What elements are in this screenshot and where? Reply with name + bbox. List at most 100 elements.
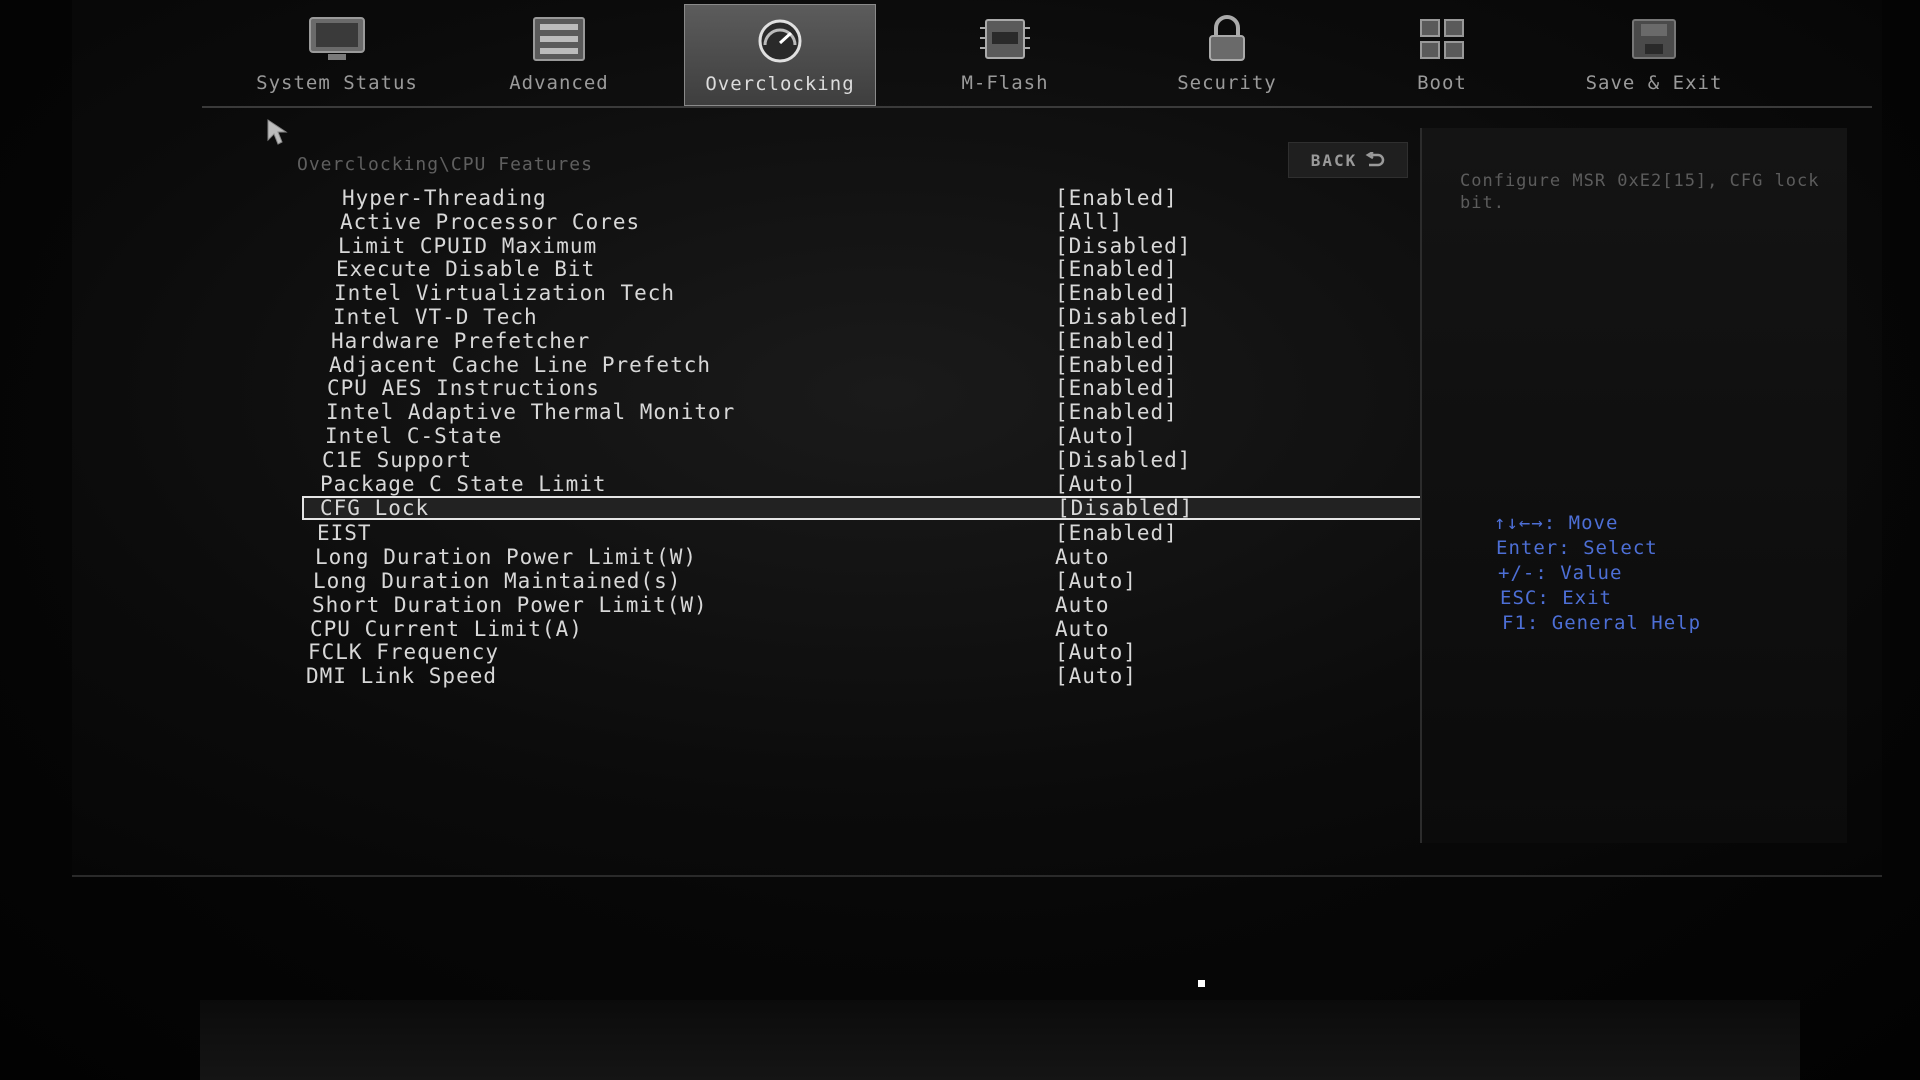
tab-label: System Status [256, 72, 418, 94]
setting-value[interactable]: [Enabled] [1055, 376, 1178, 400]
setting-value[interactable]: [Disabled] [1055, 305, 1191, 329]
setting-value[interactable]: [Disabled] [1055, 448, 1191, 472]
key-help-item: +/-: Value [1498, 562, 1623, 584]
setting-value[interactable]: [Auto] [1055, 664, 1137, 688]
setting-row[interactable]: Intel Adaptive Thermal Monitor [Enabled] [302, 400, 1422, 424]
setting-name: Hyper-Threading [342, 186, 547, 210]
padlock-icon [1209, 15, 1245, 61]
setting-name: Long Duration Power Limit(W) [315, 545, 698, 570]
setting-row[interactable]: CPU AES Instructions [Enabled] [302, 376, 1422, 400]
setting-row[interactable]: Intel VT-D Tech [Disabled] [302, 305, 1422, 329]
setting-name: DMI Link Speed [306, 664, 498, 689]
setting-value[interactable]: [Enabled] [1055, 353, 1178, 377]
tab-security[interactable]: Security [1132, 4, 1322, 104]
back-label: BACK [1310, 150, 1358, 170]
setting-row[interactable]: CFG Lock [Disabled] [302, 496, 1422, 521]
tab-advanced[interactable]: Advanced [464, 4, 654, 104]
tab-label: Advanced [509, 72, 609, 94]
tab-boot[interactable]: Boot [1347, 4, 1537, 104]
setting-name: Adjacent Cache Line Prefetch [329, 352, 712, 377]
key-help-item: Enter: Select [1496, 537, 1658, 559]
setting-value[interactable]: Auto [1055, 593, 1110, 617]
key-help-item: ESC: Exit [1500, 587, 1612, 609]
setting-name: Long Duration Maintained(s) [313, 568, 682, 593]
tab-label: M-Flash [961, 72, 1049, 94]
setting-name: CFG Lock [320, 496, 430, 521]
setting-value[interactable]: [Auto] [1055, 424, 1137, 448]
setting-row[interactable]: Limit CPUID Maximum [Disabled] [302, 234, 1422, 258]
setting-name: Execute Disable Bit [336, 257, 596, 282]
setting-row[interactable]: Long Duration Maintained(s) [Auto] [302, 569, 1422, 593]
setting-row[interactable]: Active Processor Cores [All] [302, 210, 1422, 234]
boot-grid-icon [1420, 19, 1464, 59]
setting-value[interactable]: Auto [1055, 617, 1110, 641]
setting-value[interactable]: [Enabled] [1055, 400, 1178, 424]
setting-value[interactable]: Auto [1055, 545, 1110, 569]
key-help-list: ↑↓←→: Move Enter: Select +/-: Value ESC: Ex… [1494, 512, 1701, 637]
setting-name: Package C State Limit [320, 471, 607, 496]
setting-row[interactable]: Adjacent Cache Line Prefetch [Enabled] [302, 353, 1422, 377]
tab-label: Overclocking [705, 73, 855, 95]
key-help-item: ↑↓←→: Move [1494, 512, 1619, 534]
setting-name: Intel Adaptive Thermal Monitor [326, 400, 736, 425]
setting-value[interactable]: [All] [1055, 210, 1123, 234]
setting-value[interactable]: [Enabled] [1055, 281, 1178, 305]
setting-value[interactable]: [Enabled] [1055, 329, 1178, 353]
setting-name: EIST [317, 521, 372, 546]
tab-m-flash[interactable]: M-Flash [910, 4, 1100, 104]
setting-row[interactable]: CPU Current Limit(A) Auto [302, 617, 1422, 641]
help-panel: Configure MSR 0xE2[15], CFG lock bit. ↑↓… [1420, 128, 1847, 843]
setting-value[interactable]: [Enabled] [1055, 521, 1178, 545]
flash-chip-icon [980, 19, 1030, 59]
tab-label: Boot [1417, 72, 1467, 94]
setting-row[interactable]: EIST [Enabled] [302, 521, 1422, 545]
back-arrow-icon [1365, 152, 1385, 167]
breadcrumb: Overclocking\CPU Features [297, 154, 593, 175]
setting-name: Intel Virtualization Tech [334, 281, 676, 306]
tab-label: Security [1177, 72, 1277, 94]
setting-name: Hardware Prefetcher [331, 328, 591, 353]
setting-row[interactable]: Hyper-Threading [Enabled] [302, 186, 1422, 210]
gauge-icon [758, 19, 802, 63]
setting-name: C1E Support [322, 447, 473, 472]
setting-name: Active Processor Cores [340, 209, 641, 234]
setting-name: Short Duration Power Limit(W) [312, 592, 708, 617]
save-exit-icon [1632, 19, 1676, 59]
sliders-icon [533, 17, 585, 61]
tab-label: Save & Exit [1585, 72, 1723, 94]
settings-panel: Overclocking\CPU Features BACK Hyper-Thr… [222, 118, 1422, 843]
setting-name: Intel C-State [325, 423, 503, 448]
setting-row[interactable]: Intel Virtualization Tech [Enabled] [302, 281, 1422, 305]
setting-value[interactable]: [Auto] [1055, 472, 1137, 496]
setting-value[interactable]: [Auto] [1055, 569, 1137, 593]
setting-value[interactable]: [Disabled] [1057, 496, 1193, 520]
power-led [1198, 980, 1205, 987]
bios-screen: System Status Advanced Overclocking M-Fl… [72, 0, 1882, 877]
setting-row[interactable]: Package C State Limit [Auto] [302, 472, 1422, 496]
tab-save-exit[interactable]: Save & Exit [1559, 4, 1749, 104]
setting-row[interactable]: Short Duration Power Limit(W) Auto [302, 593, 1422, 617]
setting-value[interactable]: [Auto] [1055, 640, 1137, 664]
setting-row[interactable]: Intel C-State [Auto] [302, 424, 1422, 448]
settings-list: Hyper-Threading [Enabled] Active Processor… [302, 186, 1422, 688]
setting-name: Limit CPUID Maximum [338, 233, 598, 258]
tab-system-status[interactable]: System Status [242, 4, 432, 104]
setting-value[interactable]: [Disabled] [1055, 234, 1191, 258]
setting-value[interactable]: [Enabled] [1055, 257, 1178, 281]
help-description: Configure MSR 0xE2[15], CFG lock bit. [1460, 171, 1820, 213]
setting-name: Intel VT-D Tech [333, 304, 538, 329]
monitor-stand [200, 1000, 1800, 1080]
back-button[interactable]: BACK [1288, 142, 1408, 178]
setting-row[interactable]: Long Duration Power Limit(W) Auto [302, 545, 1422, 569]
setting-row[interactable]: FCLK Frequency [Auto] [302, 640, 1422, 664]
setting-row[interactable]: DMI Link Speed [Auto] [302, 664, 1422, 688]
setting-row[interactable]: Hardware Prefetcher [Enabled] [302, 329, 1422, 353]
top-navigation: System Status Advanced Overclocking M-Fl… [202, 0, 1872, 108]
tab-overclocking[interactable]: Overclocking [684, 4, 876, 106]
setting-name: FCLK Frequency [308, 640, 500, 665]
setting-row[interactable]: Execute Disable Bit [Enabled] [302, 257, 1422, 281]
setting-name: CPU AES Instructions [327, 376, 600, 401]
setting-row[interactable]: C1E Support [Disabled] [302, 448, 1422, 472]
mouse-pointer-icon [267, 119, 288, 145]
setting-value[interactable]: [Enabled] [1055, 186, 1178, 210]
